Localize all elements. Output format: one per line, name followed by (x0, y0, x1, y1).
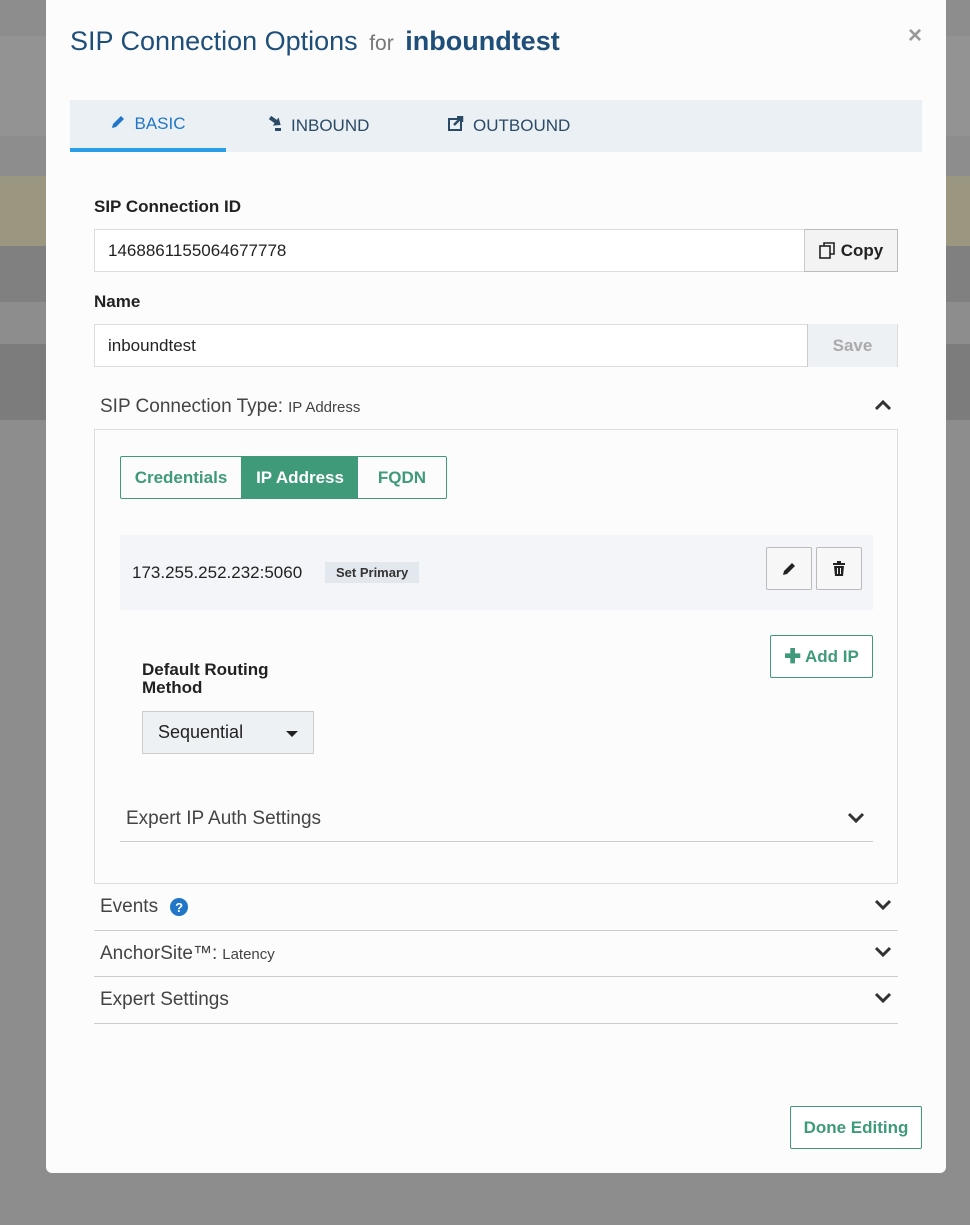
sip-connection-modal: SIP Connection Options for inboundtest ×… (46, 0, 946, 1173)
copy-button-label: Copy (840, 240, 884, 260)
tab-inbound-label: INBOUND (291, 116, 370, 135)
chevron-down-icon (874, 992, 892, 1004)
option-fqdn[interactable]: FQDN (358, 457, 446, 498)
plus-icon: ✚ (784, 646, 801, 668)
modal-title-connection-name: inboundtest (405, 26, 560, 56)
copy-button[interactable]: Copy (804, 229, 898, 272)
edit-ip-button[interactable] (766, 547, 812, 590)
expert-ip-auth-header[interactable]: Expert IP Auth Settings (120, 796, 873, 842)
connection-type-panel: Credentials IP Address FQDN 173.255.252.… (94, 429, 898, 884)
connection-id-label: SIP Connection ID (94, 197, 242, 216)
routing-method-value: Sequential (158, 722, 244, 742)
tab-inbound[interactable]: INBOUND (266, 100, 369, 152)
expert-ip-auth-label: Expert IP Auth Settings (126, 807, 322, 829)
tab-basic-label: BASIC (134, 114, 186, 133)
add-ip-button[interactable]: ✚ Add IP (770, 635, 873, 678)
expert-settings-header[interactable]: Expert Settings (94, 977, 898, 1023)
expert-settings-label: Expert Settings (100, 989, 229, 1010)
copy-icon (818, 242, 836, 259)
add-ip-label: Add IP (804, 646, 859, 666)
connection-type-selector: Credentials IP Address FQDN (120, 456, 447, 499)
connection-type-header[interactable]: SIP Connection Type: IP Address (94, 384, 898, 430)
routing-method-select[interactable]: Sequential (142, 711, 314, 754)
chevron-down-icon (874, 899, 892, 911)
trash-icon (833, 560, 845, 576)
caret-down-icon (286, 731, 298, 737)
chevron-down-icon (874, 946, 892, 958)
set-primary-button[interactable]: Set Primary (325, 562, 420, 583)
inbound-icon (266, 115, 283, 137)
tab-outbound-label: OUTBOUND (473, 116, 571, 135)
connection-type-label: SIP Connection Type: (100, 396, 284, 417)
outbound-icon (448, 115, 465, 137)
chevron-down-icon (847, 812, 865, 824)
tab-outbound[interactable]: OUTBOUND (448, 100, 570, 152)
pencil-icon (110, 114, 126, 135)
name-label: Name (94, 292, 141, 311)
connection-id-value: 1468861155064677778 (108, 240, 287, 260)
chevron-up-icon (874, 399, 892, 411)
pencil-icon (783, 562, 795, 575)
ip-list-item: 173.255.252.232:5060 Set Primary (120, 535, 873, 610)
ip-address-text: 173.255.252.232:5060 (132, 563, 303, 582)
connection-type-value: IP Address (288, 398, 361, 416)
done-editing-button[interactable]: Done Editing (790, 1106, 922, 1149)
routing-method-label: Default Routing Method (142, 660, 269, 697)
option-ip-address[interactable]: IP Address (242, 457, 358, 498)
anchorsite-header[interactable]: AnchorSite™: Latency (94, 931, 898, 977)
events-label: Events (100, 896, 159, 917)
modal-title-text: SIP Connection Options (70, 26, 358, 56)
modal-title: SIP Connection Options for inboundtest (70, 26, 560, 57)
name-field: inboundtest Save (94, 324, 898, 367)
anchorsite-label: AnchorSite™: (100, 943, 218, 964)
tab-bar: BASIC INBOUND OUTBOUND (70, 100, 922, 152)
save-button[interactable]: Save (807, 324, 897, 367)
help-icon[interactable]: ? (170, 898, 189, 916)
name-input[interactable]: inboundtest (95, 336, 807, 356)
close-icon[interactable]: × (908, 22, 922, 50)
connection-id-field: 1468861155064677778 Copy (94, 229, 898, 272)
tab-basic[interactable]: BASIC (70, 100, 226, 152)
delete-ip-button[interactable] (816, 547, 862, 590)
anchorsite-value: Latency (222, 945, 275, 963)
modal-title-for: for (369, 32, 394, 55)
events-header[interactable]: Events ? (94, 884, 898, 930)
option-credentials[interactable]: Credentials (121, 457, 242, 498)
divider (94, 1023, 898, 1024)
